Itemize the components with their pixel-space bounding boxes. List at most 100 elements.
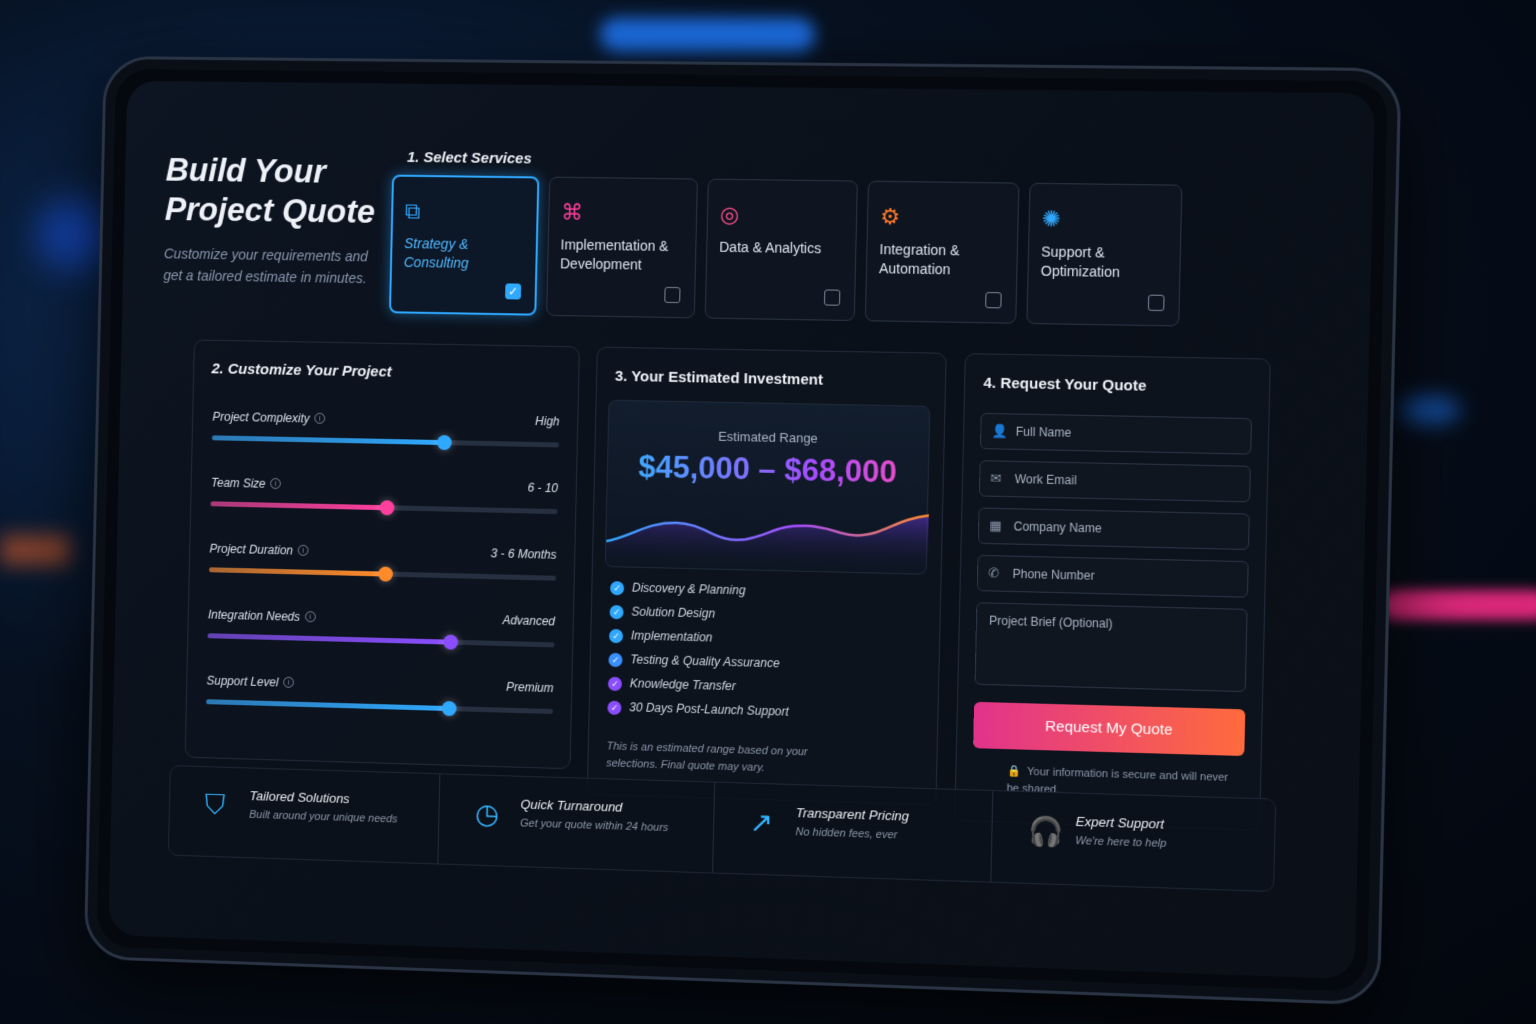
project-brief-field[interactable]: Project Brief (Optional) — [974, 602, 1248, 693]
slider-value: High — [534, 414, 560, 429]
service-label: Strategy & Consulting — [403, 235, 469, 271]
request-quote-button[interactable]: Request My Quote — [973, 701, 1246, 757]
estimate-disclaimer: This is an estimated range based on your… — [606, 740, 808, 775]
analytics-icon: ◎ — [719, 201, 740, 228]
page-title: Build Your Project Quote — [164, 150, 389, 232]
service-checkbox[interactable] — [1147, 294, 1165, 312]
background-light — [1400, 395, 1460, 425]
included-item-label: Implementation — [630, 628, 713, 645]
service-label: Data & Analytics — [719, 238, 822, 257]
strategy-icon: ⧉ — [404, 198, 421, 224]
tablet-device: Build Your Project Quote Customize your … — [83, 56, 1402, 1006]
check-circle-icon: ✓ — [608, 652, 623, 667]
slider-label: Team Size — [210, 475, 266, 491]
full-name-field[interactable]: 👤 Full Name — [979, 412, 1253, 455]
request-panel: 4. Request Your Quote 👤 Full Name ✉ Work… — [954, 353, 1271, 831]
slider-value: 3 - 6 Months — [490, 546, 557, 562]
estimate-card: Estimated Range $45,000 – $68,000 — [604, 399, 931, 575]
slider-handle[interactable] — [436, 435, 452, 451]
info-icon[interactable]: i — [283, 676, 295, 689]
feature-subtitle: Get your quote within 24 hours — [519, 817, 669, 835]
feature-subtitle: No hidden fees, ever — [795, 826, 898, 842]
customize-title: 2. Customize Your Project — [211, 360, 392, 381]
slider-label: Support Level — [206, 673, 279, 690]
feature-title: Tailored Solutions — [249, 788, 350, 807]
background-light — [1380, 590, 1536, 620]
code-icon: ⌘ — [560, 199, 584, 225]
service-checkbox[interactable] — [823, 289, 841, 306]
service-checkbox[interactable] — [985, 292, 1002, 309]
slider-track[interactable] — [206, 699, 554, 717]
slider-label: Project Complexity — [212, 409, 310, 426]
field-placeholder: Work Email — [1014, 472, 1077, 488]
slider-track[interactable] — [211, 435, 560, 451]
info-icon[interactable]: i — [270, 478, 282, 490]
info-icon[interactable]: i — [304, 611, 316, 623]
slider-value: Premium — [506, 679, 554, 696]
integration-icon: ⚙ — [879, 203, 901, 230]
request-title: 4. Request Your Quote — [983, 374, 1147, 395]
included-item: ✓ 30 Days Post-Launch Support — [607, 699, 789, 728]
check-circle-icon: ✓ — [608, 628, 624, 644]
slider-value: Advanced — [502, 613, 556, 629]
estimate-title: 3. Your Estimated Investment — [614, 367, 824, 389]
service-card-data[interactable]: ◎ Data & Analytics — [704, 178, 858, 322]
feature-subtitle: Built around your unique needs — [249, 808, 398, 826]
service-card-implementation[interactable]: ⌘ Implementation & Development — [546, 176, 698, 319]
chart-growth-icon: ↗ — [749, 806, 774, 839]
lock-icon: 🔒 — [1006, 765, 1022, 778]
slider-project-duration: Project Duration i 3 - 6 Months — [209, 540, 557, 582]
phone-number-field[interactable]: ✆ Phone Number — [976, 554, 1249, 598]
hero: Build Your Project Quote Customize your … — [163, 150, 389, 289]
slider-fill — [207, 633, 450, 645]
field-placeholder: Full Name — [1015, 424, 1072, 440]
check-circle-icon: ✓ — [607, 700, 622, 715]
slider-handle[interactable] — [441, 700, 457, 717]
clock-icon: ◷ — [474, 798, 500, 830]
service-card-integration[interactable]: ⚙ Integration & Automation — [864, 180, 1020, 324]
company-name-field[interactable]: ▦ Company Name — [977, 507, 1250, 551]
included-item-label: Testing & Quality Assurance — [630, 652, 780, 671]
slider-track[interactable] — [207, 633, 555, 650]
building-icon: ▦ — [989, 517, 1002, 534]
slider-track[interactable] — [209, 566, 557, 582]
headset-icon: 🎧 — [1028, 815, 1065, 848]
estimate-range: $45,000 – $68,000 — [608, 448, 929, 491]
work-email-field[interactable]: ✉ Work Email — [978, 460, 1251, 503]
estimate-wave — [605, 496, 929, 574]
services-title: 1. Select Services — [406, 149, 532, 168]
slider-integration-needs: Integration Needs i Advanced — [207, 606, 556, 650]
slider-handle[interactable] — [442, 634, 458, 650]
support-gear-icon: ✺ — [1041, 206, 1061, 232]
included-item-label: 30 Days Post-Launch Support — [629, 700, 789, 719]
shield-check-icon: ⛉ — [204, 788, 226, 820]
service-label: Implementation & Development — [559, 236, 669, 273]
slider-support-level: Support Level i Premium — [206, 672, 554, 717]
service-checkbox[interactable] — [664, 286, 681, 304]
mail-icon: ✉ — [990, 470, 1002, 486]
service-checkbox[interactable]: ✓ — [505, 283, 522, 300]
slider-team-size: Team Size i 6 - 10 — [210, 474, 558, 516]
phone-icon: ✆ — [988, 565, 1000, 581]
page-title-line2: Project Quote — [164, 190, 376, 230]
slider-fill — [206, 699, 449, 712]
service-card-strategy[interactable]: ⧉ Strategy & Consulting ✓ — [388, 174, 540, 316]
field-placeholder: Project Brief (Optional) — [988, 613, 1113, 631]
feature-pricing: ↗ Transparent Pricing No hidden fees, ev… — [712, 782, 994, 882]
feature-subtitle: We're here to help — [1075, 834, 1167, 850]
check-circle-icon: ✓ — [610, 580, 625, 596]
slider-handle[interactable] — [378, 566, 394, 582]
estimate-caption: Estimated Range — [717, 428, 818, 446]
feature-support: 🎧 Expert Support We're here to help — [991, 791, 1275, 891]
slider-handle[interactable] — [379, 500, 395, 516]
included-list: ✓ Discovery & Planning ✓ Solution Design ✓ Im… — [607, 579, 792, 728]
check-circle-icon: ✓ — [607, 676, 623, 691]
slider-track[interactable] — [210, 500, 558, 516]
page-title-line1: Build Your — [165, 151, 327, 190]
service-card-support[interactable]: ✺ Support & Optimization — [1026, 182, 1183, 327]
included-item-label: Knowledge Transfer — [629, 676, 736, 694]
info-icon[interactable]: i — [297, 545, 309, 557]
info-icon[interactable]: i — [314, 413, 326, 425]
customize-panel: 2. Customize Your Project Project Comple… — [184, 339, 580, 770]
tablet-screen: Build Your Project Quote Customize your … — [108, 80, 1376, 980]
